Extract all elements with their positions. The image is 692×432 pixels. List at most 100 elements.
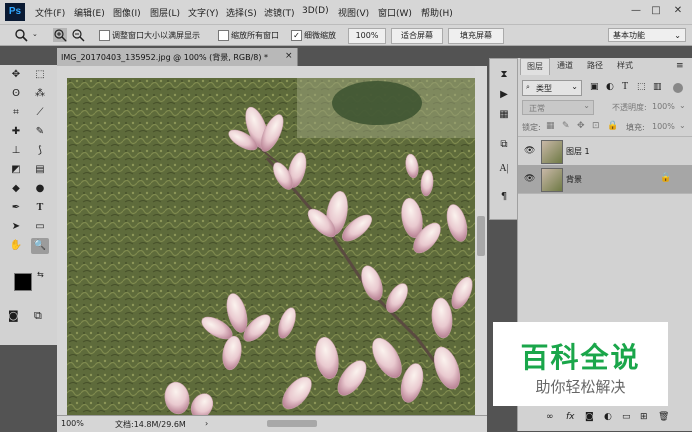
new-layer-icon[interactable]: ⊞ [640, 412, 648, 422]
close-icon[interactable]: × [285, 51, 293, 61]
fit-screen-button[interactable]: 适合屏幕 [391, 28, 443, 44]
menu-view[interactable]: 视图(V) [338, 6, 369, 19]
chevron-down-icon[interactable]: ⌄ [679, 101, 686, 110]
adjustment-icon[interactable]: ◐ [604, 412, 612, 422]
menu-help[interactable]: 帮助(H) [421, 6, 453, 19]
menu-layer[interactable]: 图层(L) [150, 6, 180, 19]
gradient-tool-icon[interactable]: ▤ [31, 162, 49, 178]
history-brush-tool-icon[interactable]: ⟆ [31, 143, 49, 159]
document-tab[interactable]: IMG_20170403_135952.jpg @ 100% (背景, RGB/… [57, 48, 298, 66]
opacity-value[interactable]: 100% [652, 102, 675, 111]
menu-edit[interactable]: 编辑(E) [74, 6, 105, 19]
resize-windows-checkbox[interactable] [99, 30, 110, 41]
magic-wand-tool-icon[interactable]: ⁂ [31, 86, 49, 102]
lock-transparent-icon[interactable]: ▦ [546, 121, 555, 131]
status-zoom[interactable]: 100% [61, 419, 84, 428]
zoom-out-icon[interactable] [71, 28, 85, 42]
workspace-select[interactable]: 基本功能 ⌄ [608, 28, 686, 42]
eye-icon[interactable]: 👁 [524, 146, 535, 156]
minimize-button[interactable]: — [628, 4, 644, 18]
layer-name[interactable]: 图层 1 [566, 146, 590, 157]
fill-value[interactable]: 100% [652, 122, 675, 131]
marquee-tool-icon[interactable]: ⬚ [31, 67, 49, 83]
layer-row-1[interactable]: 👁 图层 1 [518, 136, 692, 166]
move-tool-icon[interactable]: ✥ [7, 67, 25, 83]
swap-colors-icon[interactable]: ⇆ [37, 270, 44, 279]
blend-mode-select[interactable]: 正常 ⌄ [522, 100, 594, 115]
mask-icon[interactable]: ◙ [585, 412, 594, 422]
foreground-color-swatch[interactable] [14, 273, 32, 291]
eye-icon[interactable]: 👁 [524, 174, 535, 184]
brush-tool-icon[interactable]: ✎ [31, 124, 49, 140]
horizontal-scrollbar-thumb[interactable] [267, 420, 317, 427]
screen-mode-icon[interactable]: ⧉ [34, 309, 42, 323]
tab-paths[interactable]: 路径 [581, 58, 609, 74]
hand-tool-icon[interactable]: ✋ [7, 238, 25, 254]
chevron-down-icon[interactable]: ⌄ [679, 121, 686, 130]
filter-type-icon[interactable]: T [622, 81, 628, 92]
eraser-tool-icon[interactable]: ◩ [7, 162, 25, 178]
brush-settings-icon[interactable]: ▦ [495, 107, 513, 123]
link-icon[interactable]: ∞ [546, 412, 554, 422]
scrubby-zoom-checkbox[interactable]: ✓ [291, 30, 302, 41]
menu-file[interactable]: 文件(F) [35, 6, 65, 19]
menu-window[interactable]: 窗口(W) [378, 6, 412, 19]
filter-smart-object-icon[interactable]: ▥ [653, 82, 662, 92]
tab-channels[interactable]: 通道 [551, 58, 579, 74]
tab-layers[interactable]: 图层 [520, 58, 550, 75]
trash-icon[interactable]: 🗑 [658, 412, 669, 422]
layer-name[interactable]: 背景 [566, 174, 582, 185]
layer-row-background[interactable]: 👁 背景 🔒 [518, 165, 692, 194]
crop-tool-icon[interactable]: ⌗ [7, 105, 25, 121]
panel-menu-icon[interactable]: ≡ [676, 61, 684, 71]
healing-brush-tool-icon[interactable]: ✚ [7, 124, 25, 140]
quick-mask-icon[interactable]: ◙ [8, 309, 19, 322]
tab-styles[interactable]: 样式 [611, 58, 639, 74]
menu-type[interactable]: 文字(Y) [188, 6, 219, 19]
zoom-all-checkbox[interactable] [218, 30, 229, 41]
paragraph-icon[interactable]: ¶ [495, 189, 513, 205]
play-icon[interactable]: ▶ [495, 87, 513, 103]
menu-select[interactable]: 选择(S) [226, 6, 257, 19]
eyedropper-tool-icon[interactable]: ⟋ [31, 105, 49, 121]
blur-tool-icon[interactable]: ◆ [7, 181, 25, 197]
lock-pixels-icon[interactable]: ✎ [562, 121, 570, 131]
zoom-tool-icon[interactable]: 🔍 [31, 238, 49, 254]
tool-preset-chevron-icon[interactable]: ⌄ [32, 30, 38, 38]
filter-toggle-icon[interactable] [673, 83, 683, 93]
character-icon[interactable]: A| [495, 161, 513, 177]
clone-stamp-tool-icon[interactable]: ⊥ [7, 143, 25, 159]
dodge-tool-icon[interactable]: ● [31, 181, 49, 197]
fill-screen-button[interactable]: 填充屏幕 [448, 28, 504, 44]
lasso-tool-icon[interactable]: ʘ [7, 86, 25, 102]
path-selection-tool-icon[interactable]: ➤ [7, 219, 25, 235]
filter-adjustment-icon[interactable]: ◐ [606, 82, 614, 92]
fx-icon[interactable]: fx [566, 412, 575, 422]
group-icon[interactable]: ▭ [622, 412, 631, 422]
zoom-tool-icon[interactable] [14, 28, 28, 42]
status-arrow-icon[interactable]: › [205, 419, 208, 428]
menu-image[interactable]: 图像(I) [113, 6, 141, 19]
maximize-button[interactable]: □ [648, 4, 664, 18]
lock-all-icon[interactable]: 🔒 [607, 121, 618, 131]
filter-kind-select[interactable]: ⌕ 类型 ⌄ [522, 80, 582, 96]
lock-artboard-icon[interactable]: ⊡ [592, 121, 600, 131]
zoom-in-icon[interactable] [53, 28, 67, 42]
menu-filter[interactable]: 滤镜(T) [264, 6, 295, 19]
filter-pixel-icon[interactable]: ▣ [590, 82, 599, 92]
rectangle-tool-icon[interactable]: ▭ [31, 219, 49, 235]
document-tab-title: IMG_20170403_135952.jpg @ 100% (背景, RGB/… [61, 53, 269, 62]
close-button[interactable]: ✕ [670, 4, 686, 18]
lock-position-icon[interactable]: ✥ [577, 121, 585, 131]
clone-source-icon[interactable]: ⧉ [495, 137, 513, 153]
vertical-scrollbar[interactable] [475, 66, 487, 415]
history-icon[interactable]: ⧗ [495, 67, 513, 83]
menu-3d[interactable]: 3D(D) [302, 6, 329, 16]
filter-shape-icon[interactable]: ⬚ [637, 82, 646, 92]
type-tool-icon[interactable]: T [31, 200, 49, 216]
pen-tool-icon[interactable]: ✒ [7, 200, 25, 216]
lock-label: 锁定: [522, 123, 541, 132]
scrollbar-thumb[interactable] [477, 216, 485, 256]
image-canvas[interactable] [67, 78, 475, 415]
zoom-percent-button[interactable]: 100% [348, 28, 386, 44]
